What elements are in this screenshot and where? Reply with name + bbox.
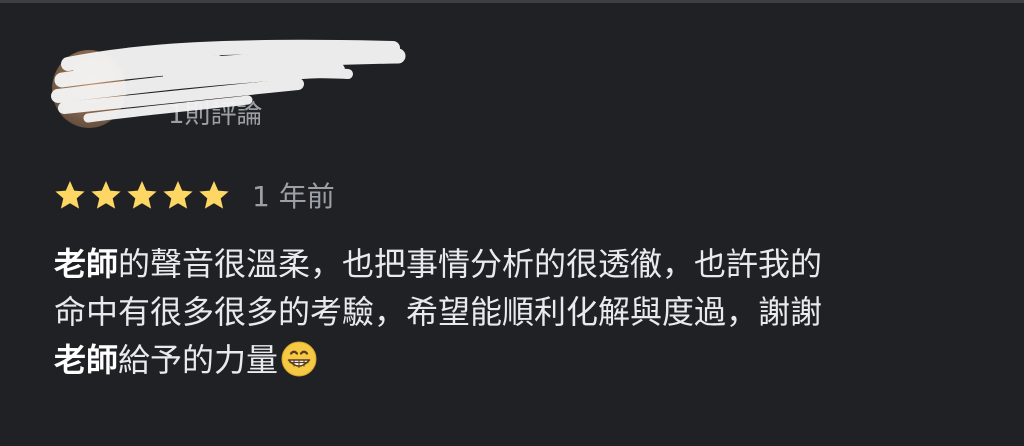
rating-row: 1 年前 bbox=[54, 176, 335, 214]
divider bbox=[0, 0, 1024, 3]
star-icon bbox=[199, 181, 229, 209]
reviewer-review-count: 1則評論 bbox=[168, 100, 263, 130]
review-text-segment: 的聲音很溫柔，也把事情分析的很透徹，也許我的 bbox=[118, 245, 823, 283]
star-icon bbox=[55, 181, 85, 209]
star-icon bbox=[91, 181, 121, 209]
review-highlight: 老師 bbox=[54, 341, 119, 379]
review-date: 1 年前 bbox=[252, 180, 335, 213]
review-line-2: 命中有很多很多的考驗，希望能順利化解與度過，謝謝 bbox=[54, 293, 823, 331]
star-rating bbox=[54, 179, 230, 211]
review-card: 1則評論 1 年前 老師的聲音很溫柔，也把事情分析的很透徹，也許我的 命中有很多… bbox=[0, 0, 1024, 446]
avatar[interactable] bbox=[52, 50, 126, 128]
review-line-1: 老師的聲音很溫柔，也把事情分析的很透徹，也許我的 bbox=[54, 240, 974, 288]
star-icon bbox=[127, 181, 157, 209]
review-line-3: 老師給予的力量 bbox=[54, 336, 974, 384]
grinning-face-icon bbox=[281, 341, 317, 377]
star-icon bbox=[163, 181, 193, 209]
review-text-segment: 給予的力量 bbox=[118, 341, 279, 379]
review-highlight: 老師 bbox=[54, 245, 119, 283]
review-text: 老師的聲音很溫柔，也把事情分析的很透徹，也許我的 命中有很多很多的考驗，希望能順… bbox=[54, 240, 974, 384]
